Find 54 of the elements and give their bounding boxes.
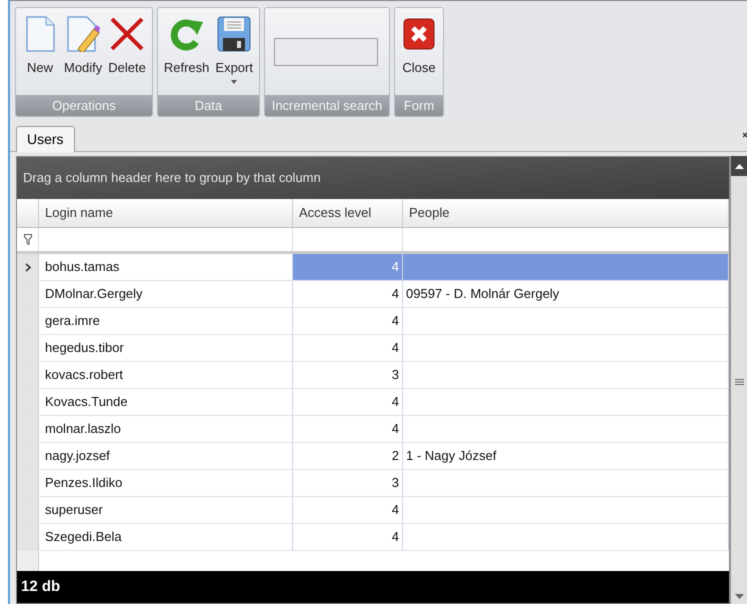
table-cell: 4	[293, 497, 403, 523]
table-cell: 3	[293, 362, 403, 388]
chevron-icon	[24, 262, 30, 272]
ribbon-button[interactable]: Modify	[61, 14, 106, 95]
ribbon-button[interactable]: Delete	[105, 14, 149, 95]
table-cell: 2	[293, 443, 403, 469]
table-cell: gera.imre	[39, 308, 293, 334]
close-icon	[402, 18, 435, 50]
group-caption: Form	[394, 95, 443, 116]
table-cell: 4	[293, 335, 403, 361]
table-cell: 1 - Nagy József	[403, 443, 729, 469]
cross-icon	[109, 16, 146, 52]
table-cell: 4	[293, 416, 403, 442]
ribbon-button[interactable]: Refresh	[160, 14, 212, 95]
down-arrow-icon	[734, 594, 744, 598]
filter-icon[interactable]	[24, 234, 32, 245]
table-cell: 09597 - D. Molnár Gergely	[403, 281, 729, 307]
table-cell: Szegedi.Bela	[39, 524, 293, 550]
table-cell: 4	[293, 524, 403, 550]
row-indicator[interactable]	[17, 254, 39, 280]
scrollbar[interactable]	[730, 156, 747, 604]
group-caption: Incremental search	[264, 95, 389, 116]
page-pencil-icon	[66, 16, 100, 52]
table-cell: Penzes.Ildiko	[39, 470, 293, 496]
tab[interactable]: Users	[16, 126, 75, 152]
scroll-up-button[interactable]	[730, 156, 747, 176]
scroll-grip-icon	[734, 379, 744, 385]
table-cell: kovacs.robert	[39, 362, 293, 388]
ribbon-button[interactable]: New	[19, 14, 61, 95]
record-count: 12 db	[21, 576, 60, 597]
column-header[interactable]: People	[403, 199, 729, 227]
table-cell: 4	[293, 254, 403, 280]
ribbon-button[interactable]: Export	[212, 14, 256, 95]
table-cell: 4	[293, 308, 403, 334]
close-icon[interactable]	[743, 132, 747, 140]
table-cell: 4	[293, 389, 403, 415]
table-cell: 3	[293, 470, 403, 496]
table-cell: DMolnar.Gergely	[39, 281, 293, 307]
column-header[interactable]: Login name	[39, 199, 293, 227]
row-header-strip	[17, 551, 39, 571]
up-arrow-icon	[734, 164, 744, 168]
ribbon-button[interactable]: Close	[398, 14, 440, 95]
table-cell: superuser	[39, 497, 293, 523]
table-cell: hegedus.tibor	[39, 335, 293, 361]
group-caption: Data	[158, 95, 259, 116]
table-cell: nagy.jozsef	[39, 443, 293, 469]
column-header[interactable]: Access level	[293, 199, 403, 227]
group-panel: Drag a column header here to group by that column	[17, 157, 729, 199]
blank-page-icon	[25, 16, 55, 52]
table-cell: Kovacs.Tunde	[39, 389, 293, 415]
group-caption: Operations	[16, 95, 152, 116]
table-cell: 4	[293, 281, 403, 307]
search-field[interactable]	[274, 38, 378, 66]
table-cell: molnar.laszlo	[39, 416, 293, 442]
